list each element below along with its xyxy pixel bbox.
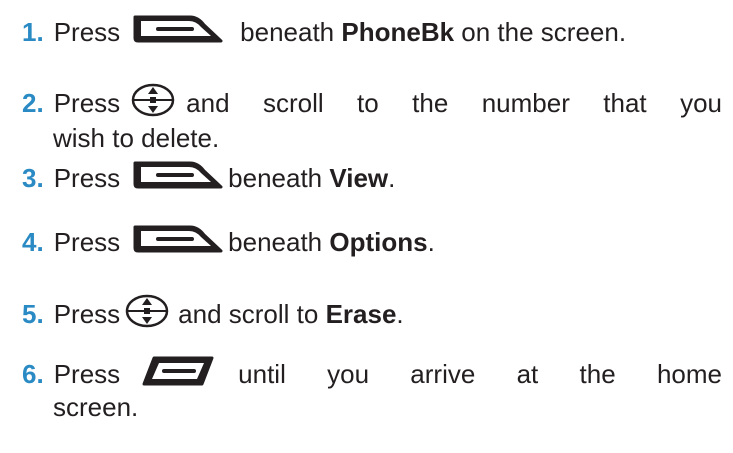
step-number: 3. bbox=[22, 162, 44, 193]
step-press-text: Press bbox=[53, 87, 121, 118]
step-text-wrap: and scroll to the number that you bbox=[186, 87, 730, 118]
softkey-left-icon bbox=[132, 14, 226, 50]
step-press-text: Press bbox=[53, 298, 121, 329]
step-text: and scroll to bbox=[178, 298, 326, 329]
screen-label-phonebk: PhoneBk bbox=[341, 16, 455, 47]
step-2: 2. Press and scroll to the number that y… bbox=[22, 82, 730, 153]
step-4: 4. Press beneath Options. bbox=[22, 224, 730, 260]
step-text: beneath bbox=[228, 226, 330, 257]
softkey-left-icon bbox=[132, 224, 226, 260]
step-press-text: Press bbox=[53, 226, 121, 257]
screen-label-view: View bbox=[329, 162, 389, 193]
step-text-after: . bbox=[388, 162, 396, 193]
softkey-left-icon bbox=[132, 160, 226, 196]
step-text-continuation: screen. bbox=[53, 392, 139, 422]
step-text-after: on the screen. bbox=[454, 16, 627, 47]
step-text: until you arrive at the home bbox=[238, 358, 722, 389]
navigation-key-icon bbox=[130, 82, 176, 124]
step-6: 6. Press until you arrive at the home sc… bbox=[22, 355, 730, 422]
step-text: beneath bbox=[228, 162, 330, 193]
step-text-wrap: until you arrive at the home bbox=[238, 358, 730, 389]
step-number: 6. bbox=[22, 358, 44, 389]
step-text-continuation: wish to delete. bbox=[53, 123, 220, 153]
step-5: 5. Press and scroll to Erase. bbox=[22, 293, 730, 335]
navigation-key-icon bbox=[124, 293, 170, 335]
step-number: 1. bbox=[22, 16, 44, 47]
step-text: beneath bbox=[240, 16, 342, 47]
step-press-text: Press bbox=[53, 162, 121, 193]
step-number: 5. bbox=[22, 298, 44, 329]
step-text: and scroll to the number that you bbox=[186, 87, 722, 118]
end-key-icon bbox=[140, 355, 216, 393]
step-press-text: Press bbox=[53, 358, 121, 389]
step-text-after: . bbox=[427, 226, 435, 257]
step-1: 1. Press beneath PhoneBk on the screen. bbox=[22, 14, 730, 50]
step-text-after: . bbox=[396, 298, 404, 329]
step-number: 4. bbox=[22, 226, 44, 257]
step-number: 2. bbox=[22, 87, 44, 118]
menu-label-erase: Erase bbox=[325, 298, 397, 329]
screen-label-options: Options bbox=[329, 226, 428, 257]
step-3: 3. Press beneath View. bbox=[22, 160, 730, 196]
step-press-text: Press bbox=[53, 16, 121, 47]
